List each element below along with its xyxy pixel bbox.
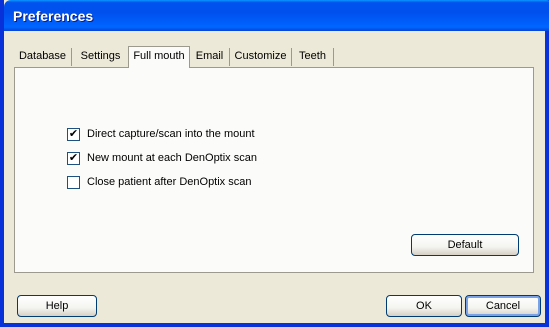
default-button[interactable]: Default xyxy=(411,234,519,256)
tab-database[interactable]: Database xyxy=(14,48,72,66)
preferences-dialog: Preferences Database Settings Full mouth… xyxy=(0,0,549,327)
direct-capture-checkbox[interactable]: ✔ xyxy=(67,126,80,141)
tab-email[interactable]: Email xyxy=(190,48,230,66)
full-mouth-panel: ✔ Direct capture/scan into the mount ✔ N… xyxy=(14,67,534,273)
tab-customize[interactable]: Customize xyxy=(230,48,292,66)
option-direct-capture[interactable]: ✔ Direct capture/scan into the mount xyxy=(67,126,255,142)
direct-capture-label: Direct capture/scan into the mount xyxy=(87,128,255,140)
window-title: Preferences xyxy=(13,8,94,24)
tab-full-mouth[interactable]: Full mouth xyxy=(128,46,190,68)
checkmark-icon: ✔ xyxy=(68,126,79,140)
tab-teeth[interactable]: Teeth xyxy=(292,48,334,66)
option-close-patient[interactable]: Close patient after DenOptix scan xyxy=(67,174,251,190)
new-mount-label: New mount at each DenOptix scan xyxy=(87,152,257,164)
ok-button[interactable]: OK xyxy=(386,295,462,317)
help-button[interactable]: Help xyxy=(17,295,97,317)
cancel-button[interactable]: Cancel xyxy=(465,295,541,317)
close-patient-checkbox[interactable] xyxy=(67,175,80,189)
option-new-mount[interactable]: ✔ New mount at each DenOptix scan xyxy=(67,150,257,166)
tab-settings[interactable]: Settings xyxy=(72,48,130,66)
title-bar[interactable]: Preferences xyxy=(4,0,549,31)
checkmark-icon: ✔ xyxy=(68,150,79,164)
close-patient-label: Close patient after DenOptix scan xyxy=(87,176,252,188)
new-mount-checkbox[interactable]: ✔ xyxy=(67,150,80,165)
